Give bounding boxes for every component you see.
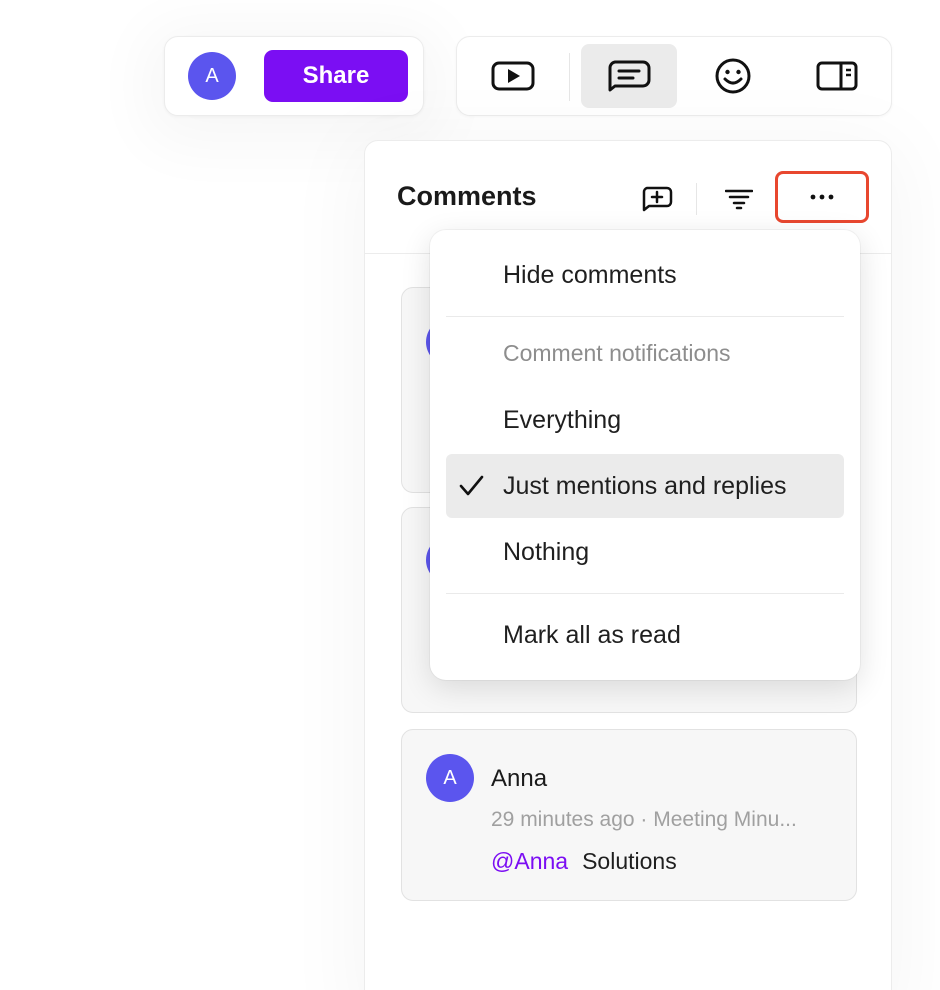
add-comment-icon	[642, 186, 673, 212]
filter-button[interactable]	[717, 183, 761, 215]
more-icon	[810, 194, 834, 200]
comments-toggle-button[interactable]	[581, 44, 677, 108]
sidebar-panel-icon	[816, 61, 858, 91]
comment-card[interactable]: A Anna 29 minutes ago · Meeting Minu... …	[401, 729, 857, 901]
more-options-button[interactable]	[775, 171, 869, 223]
menu-item-label: Nothing	[503, 537, 590, 566]
menu-item-hide-comments[interactable]: Hide comments	[446, 243, 844, 307]
comment-author: Anna	[491, 765, 548, 792]
comments-icon	[608, 60, 651, 92]
header-divider-vertical	[696, 183, 697, 215]
menu-divider	[446, 316, 844, 317]
add-comment-button[interactable]	[635, 183, 679, 215]
mention-link[interactable]: @Anna	[491, 848, 568, 874]
menu-item-label: Hide comments	[503, 260, 677, 289]
comment-body: @Anna Solutions	[491, 848, 677, 875]
menu-item-mentions-replies[interactable]: Just mentions and replies	[446, 454, 844, 518]
view-toolbar	[456, 36, 892, 116]
side-panel-button[interactable]	[789, 44, 885, 108]
share-group: A Share	[164, 36, 424, 116]
comment-avatar: A	[426, 754, 474, 802]
comments-options-menu: Hide comments Comment notifications Ever…	[430, 230, 860, 680]
check-icon	[459, 475, 484, 496]
user-avatar[interactable]: A	[188, 52, 236, 100]
menu-divider	[446, 593, 844, 594]
present-button[interactable]	[465, 44, 561, 108]
comment-meta: 29 minutes ago · Meeting Minu...	[491, 808, 797, 831]
share-button[interactable]: Share	[264, 50, 408, 102]
presentation-icon	[491, 61, 535, 91]
app-page: A Share Comments A Anna 29 minutes ago ·…	[0, 0, 940, 990]
menu-section-label: Comment notifications	[503, 340, 731, 366]
menu-item-label: Everything	[503, 405, 622, 434]
filter-icon	[725, 189, 753, 210]
menu-item-everything[interactable]: Everything	[446, 388, 844, 452]
reactions-button[interactable]	[685, 44, 781, 108]
comment-text: Solutions	[582, 848, 677, 874]
menu-item-nothing[interactable]: Nothing	[446, 520, 844, 584]
menu-item-label: Just mentions and replies	[503, 471, 787, 500]
toolbar-divider	[569, 53, 570, 101]
menu-item-mark-all-read[interactable]: Mark all as read	[446, 603, 844, 667]
panel-title: Comments	[397, 181, 537, 211]
menu-item-label: Mark all as read	[503, 620, 681, 649]
emoji-icon	[715, 58, 751, 94]
